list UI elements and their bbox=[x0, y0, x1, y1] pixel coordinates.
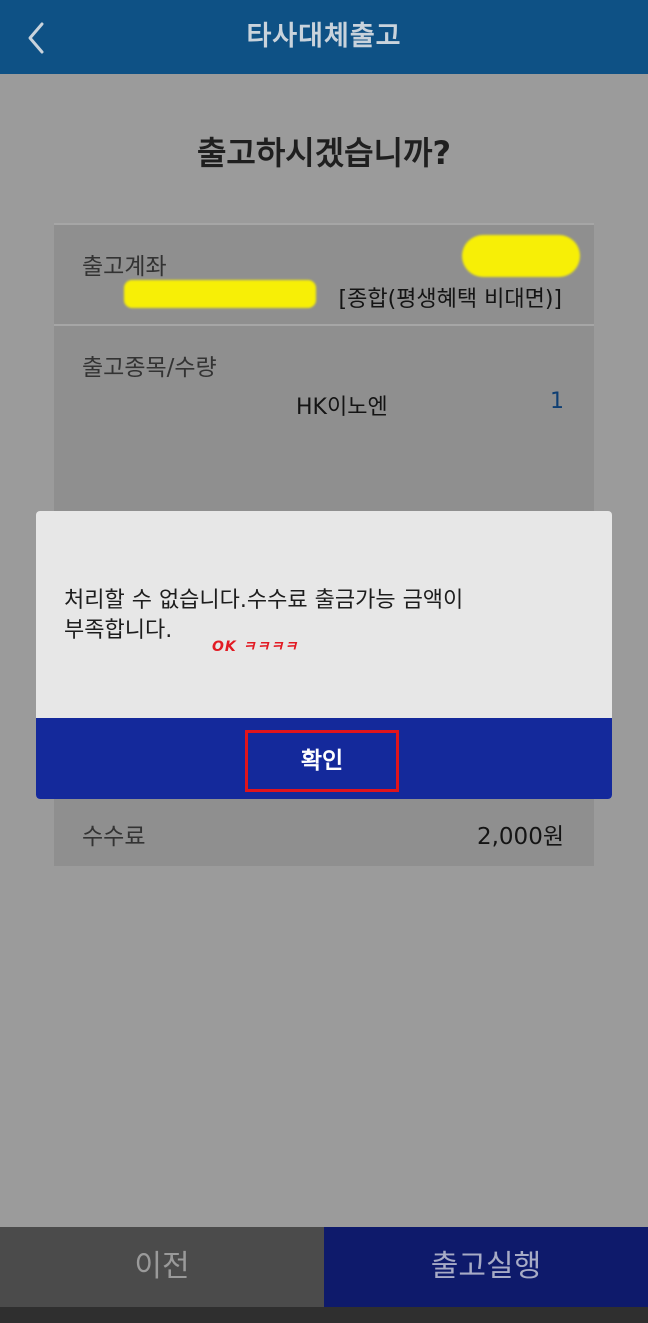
confirm-button[interactable]: 확인 bbox=[245, 730, 399, 792]
stock-label: 출고종목/수량 bbox=[82, 355, 217, 381]
stock-quantity: 1 bbox=[550, 389, 564, 414]
dialog-confirm-bar[interactable]: 확인 bbox=[36, 718, 612, 799]
confirm-question: 출고하시겠습니까? bbox=[196, 134, 452, 172]
bottom-strip bbox=[0, 1307, 648, 1323]
dialog-message: 처리할 수 없습니다.수수료 출금가능 금액이 부족합니다. bbox=[64, 588, 464, 643]
redaction-mark bbox=[462, 235, 580, 277]
alert-dialog: 처리할 수 없습니다.수수료 출금가능 금액이 부족합니다. OK ㅋㅋㅋㅋ 확… bbox=[36, 511, 612, 799]
stock-name: HK이노엔 bbox=[296, 395, 388, 420]
redaction-mark bbox=[124, 280, 316, 308]
execute-transfer-button[interactable]: 출고실행 bbox=[324, 1227, 648, 1307]
divider bbox=[54, 324, 594, 326]
previous-button[interactable]: 이전 bbox=[0, 1227, 324, 1307]
page-title: 타사대체출고 bbox=[246, 21, 402, 52]
handwritten-annotation: OK ㅋㅋㅋㅋ bbox=[212, 639, 299, 655]
app-header: 타사대체출고 bbox=[0, 0, 648, 74]
account-type: [종합(평생혜택 비대면)] bbox=[338, 287, 563, 312]
account-label: 출고계좌 bbox=[82, 254, 167, 280]
divider bbox=[54, 223, 594, 225]
fee-label: 수수료 bbox=[82, 824, 146, 850]
fee-value: 2,000원 bbox=[476, 824, 564, 850]
